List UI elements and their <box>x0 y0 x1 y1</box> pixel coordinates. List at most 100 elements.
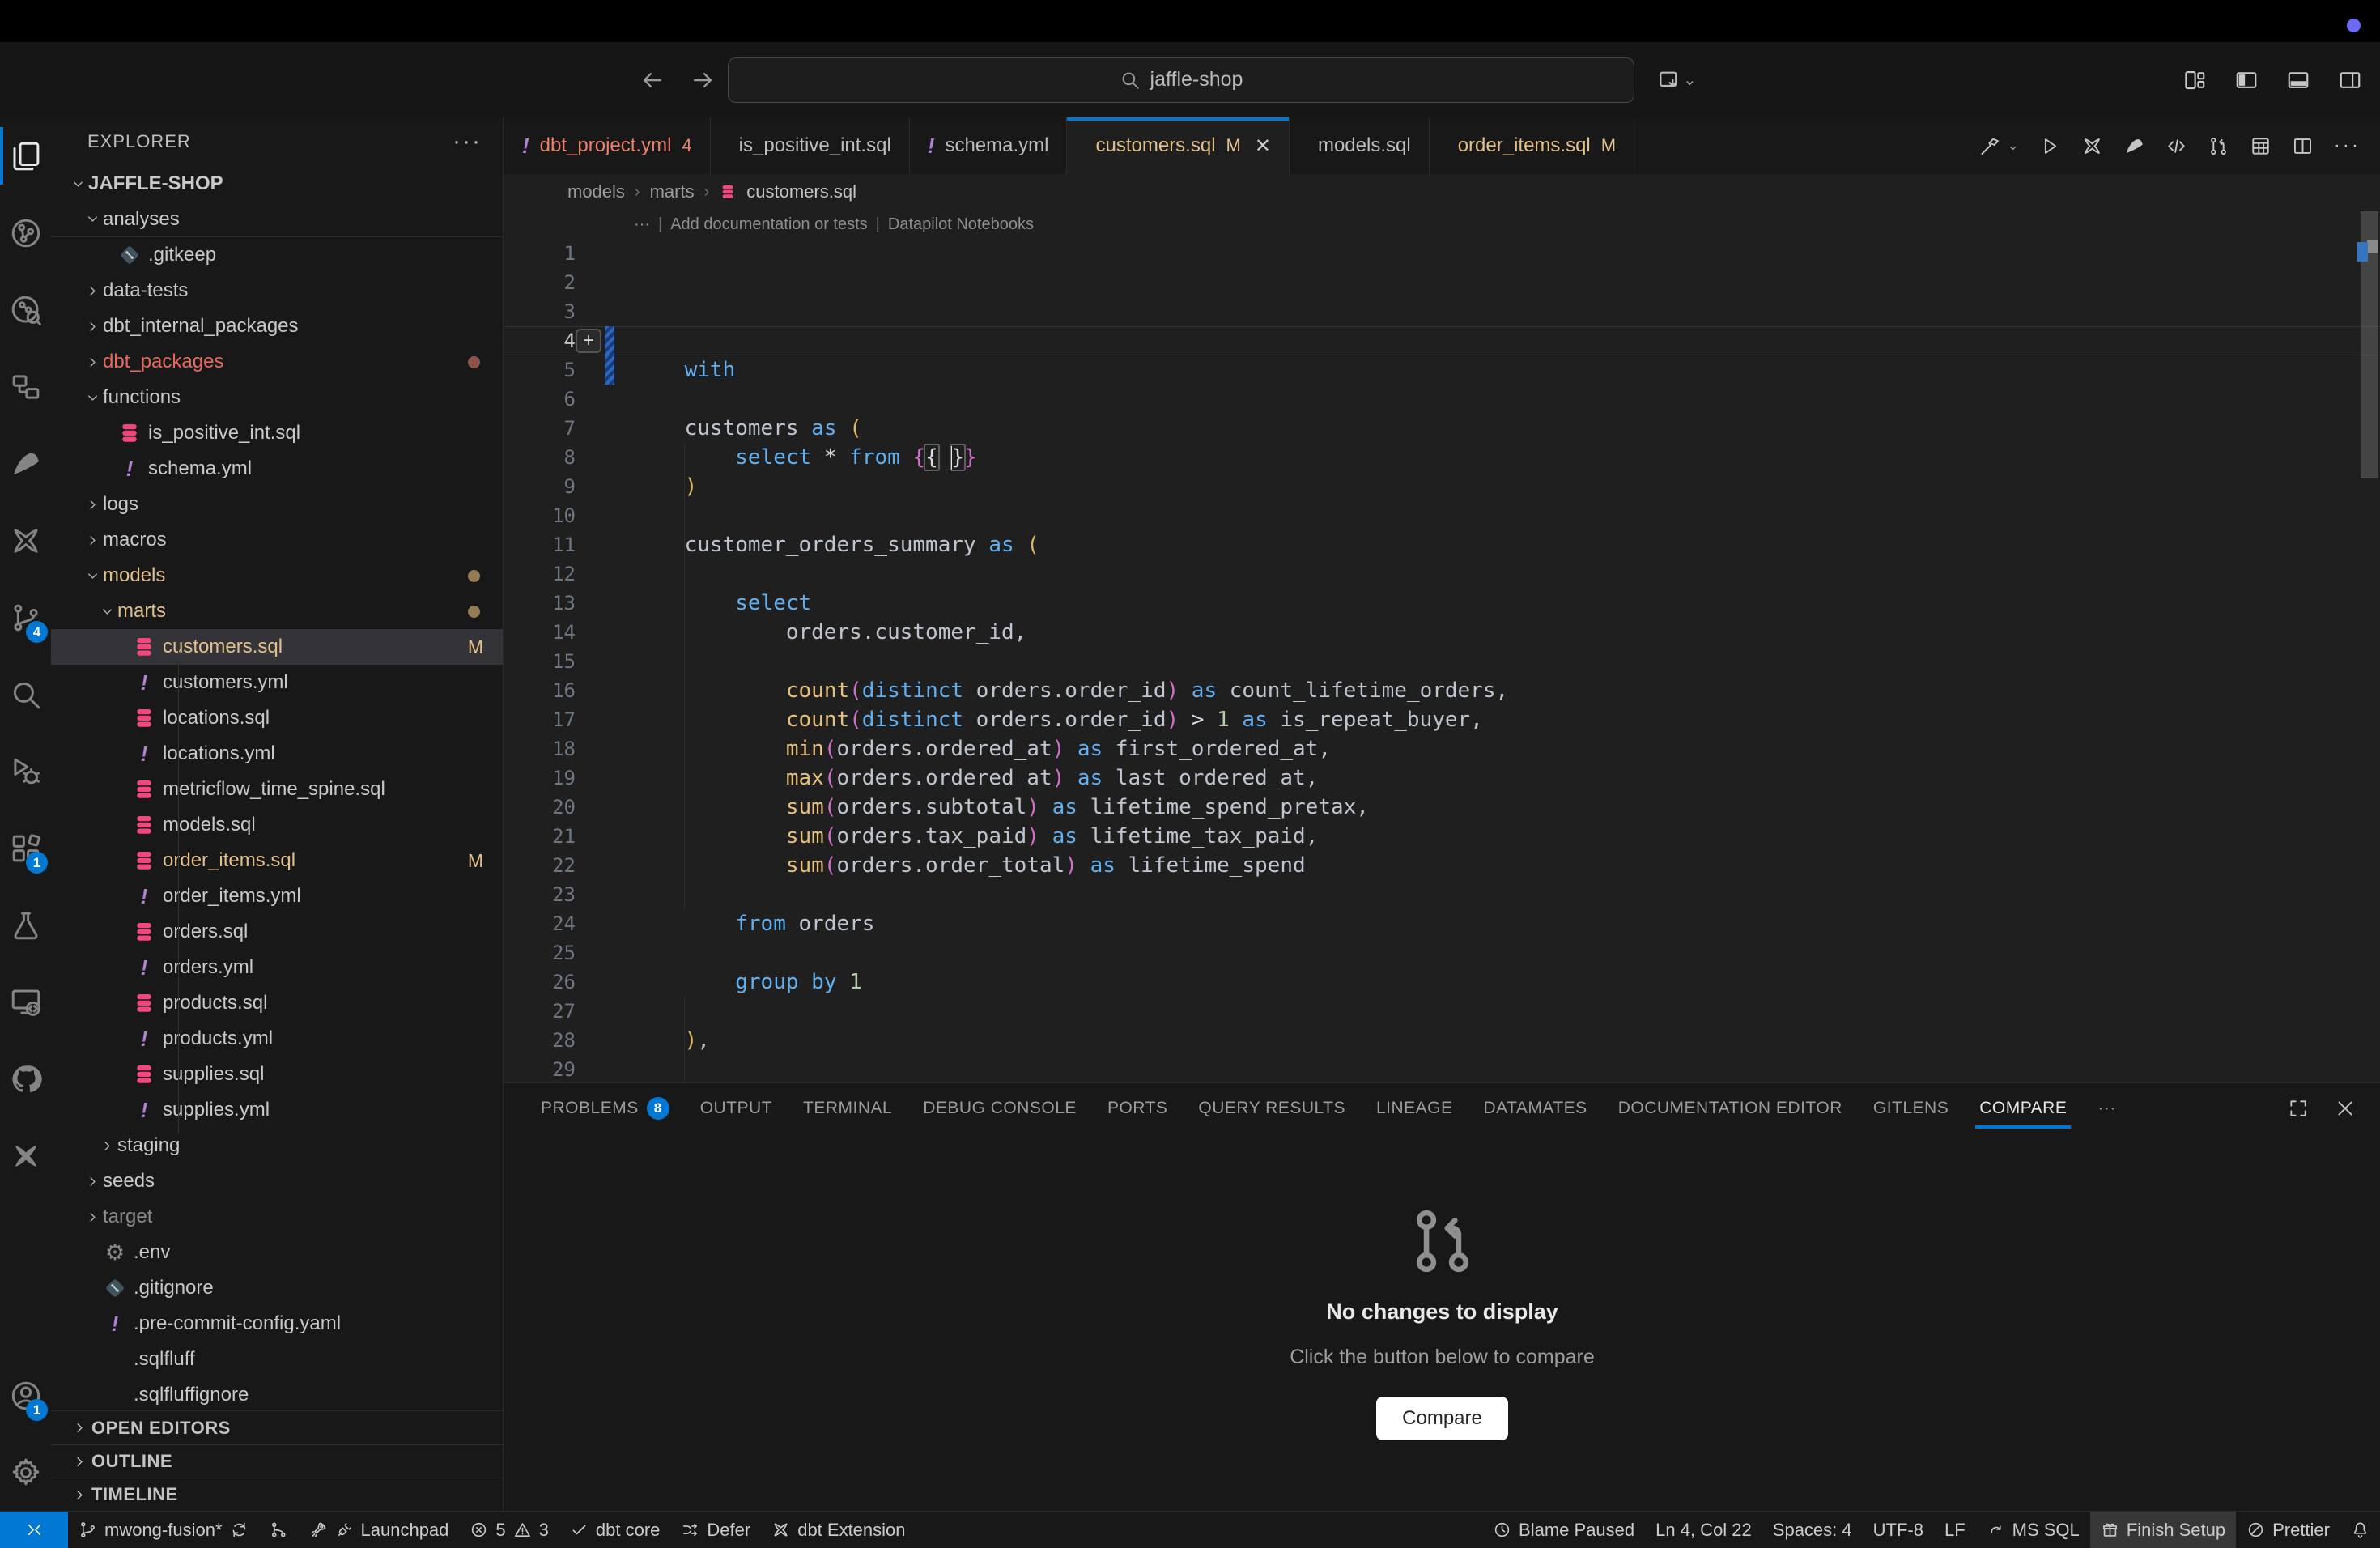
tree-item--env[interactable]: ⚙.env <box>51 1235 503 1270</box>
code-line-28[interactable]: 28 select <box>504 1026 2380 1055</box>
code-line-11[interactable]: 11 <box>504 530 2380 559</box>
code-line-13[interactable]: 13 count(distinct orders.order_id) > 1 a… <box>504 589 2380 618</box>
status-prettier[interactable]: Prettier <box>2236 1512 2340 1548</box>
codelens[interactable]: ···|Add documentation or tests|Datapilot… <box>504 210 2380 239</box>
tree-item-orders-sql[interactable]: orders.sql <box>51 914 503 950</box>
status-dbt-extension[interactable]: dbt Extension <box>761 1512 916 1548</box>
activity-beaker[interactable] <box>0 887 51 963</box>
tree-item-supplies-yml[interactable]: !supplies.yml <box>51 1092 503 1128</box>
hammer-icon[interactable] <box>1979 135 2001 157</box>
section-timeline[interactable]: TIMELINE <box>51 1478 503 1511</box>
code-line-9[interactable]: 9 select <box>504 472 2380 501</box>
line-number[interactable]: 25 <box>504 938 576 968</box>
play-icon[interactable] <box>2039 135 2061 157</box>
code-line-5[interactable]: 5 ) <box>504 355 2380 385</box>
code-editor[interactable]: ···|Add documentation or tests|Datapilot… <box>504 210 2380 1082</box>
tree-item-marts[interactable]: marts <box>51 593 503 629</box>
line-number[interactable]: 27 <box>504 997 576 1026</box>
code-line-21[interactable]: 21 <box>504 822 2380 851</box>
close-icon[interactable]: ✕ <box>1255 134 1271 158</box>
panel-bottom-icon[interactable] <box>2286 68 2310 92</box>
tab-customers-sql[interactable]: customers.sql M ✕ <box>1067 117 1289 174</box>
tree-item-staging[interactable]: staging <box>51 1128 503 1163</box>
split-icon[interactable] <box>2292 135 2314 157</box>
tree-item-seeds[interactable]: seeds <box>51 1163 503 1199</box>
status-blame-paused[interactable]: Blame Paused <box>1482 1512 1645 1548</box>
code-line-8[interactable]: 8 <box>504 443 2380 472</box>
tree-item-models-sql[interactable]: models.sql <box>51 807 503 843</box>
code-line-6[interactable]: 6 <box>504 385 2380 414</box>
tree-item-customers-yml[interactable]: !customers.yml <box>51 665 503 700</box>
activity-source-control[interactable]: 4 <box>0 579 51 656</box>
panel-left-icon[interactable] <box>2234 68 2259 92</box>
tab-schema-yml[interactable]: ! schema.yml <box>910 117 1068 174</box>
command-center-search[interactable]: jaffle-shop <box>728 57 1634 103</box>
code-line-19[interactable]: 19 <box>504 763 2380 793</box>
maximize-icon[interactable] <box>2288 1098 2309 1119</box>
tree-item-orders-yml[interactable]: !orders.yml <box>51 950 503 985</box>
dbt-x-icon[interactable] <box>2081 135 2103 157</box>
tree-item-products-sql[interactable]: products.sql <box>51 985 503 1021</box>
code-line-26[interactable]: 26 joined as ( <box>504 968 2380 997</box>
activity-extensions[interactable]: 1 <box>0 810 51 887</box>
layout-cast-button[interactable]: ⌄ <box>1657 68 1697 92</box>
activity-settings[interactable] <box>0 1434 51 1511</box>
line-number[interactable]: 7 <box>504 414 576 443</box>
table-icon[interactable] <box>2250 135 2272 157</box>
tree-item-dbt-packages[interactable]: dbt_packages <box>51 344 503 380</box>
status-bell[interactable] <box>2340 1512 2380 1548</box>
tree-item-jaffle-shop[interactable]: JAFFLE-SHOP <box>51 166 503 202</box>
code-line-18[interactable]: 18 sum(orders.order_total) as lifetime_s… <box>504 734 2380 763</box>
status-utf-8[interactable]: UTF-8 <box>1863 1512 1934 1548</box>
tree-item-analyses[interactable]: analyses <box>51 202 503 237</box>
tab-dbt-project-yml[interactable]: ! dbt_project.yml 4 <box>504 117 711 174</box>
line-number[interactable]: 4 <box>504 326 576 355</box>
tree-item--sqlfluff[interactable]: .sqlfluff <box>51 1342 503 1377</box>
line-number[interactable]: 2 <box>504 268 576 297</box>
code-line-17[interactable]: 17 sum(orders.tax_paid) as lifetime_tax_… <box>504 705 2380 734</box>
activity-explorer[interactable] <box>0 117 51 194</box>
panel-tab-compare[interactable]: COMPARE <box>1964 1083 2082 1133</box>
tab-is-positive-int-sql[interactable]: is_positive_int.sql <box>711 117 910 174</box>
section-open-editors[interactable]: OPEN EDITORS <box>51 1411 503 1444</box>
code-icon[interactable] <box>2165 135 2187 157</box>
panel-tab-problems[interactable]: PROBLEMS 8 <box>525 1083 685 1133</box>
panel-tab-terminal[interactable]: TERMINAL <box>788 1083 907 1133</box>
status-ln-4-col-22[interactable]: Ln 4, Col 22 <box>1645 1512 1762 1548</box>
activity-github[interactable] <box>0 1040 51 1117</box>
line-number[interactable]: 29 <box>504 1055 576 1082</box>
tree-item--pre-commit-config-yaml[interactable]: !.pre-commit-config.yaml <box>51 1306 503 1342</box>
tree-item-dbt-internal-packages[interactable]: dbt_internal_packages <box>51 308 503 344</box>
code-line-29[interactable]: 29 customers.*, <box>504 1055 2380 1082</box>
code-line-25[interactable]: 25 <box>504 938 2380 968</box>
line-number[interactable]: 17 <box>504 705 576 734</box>
status-launchpad[interactable]: Launchpad <box>299 1512 460 1548</box>
customize-layout-icon[interactable] <box>2182 68 2207 92</box>
line-number[interactable]: 22 <box>504 851 576 880</box>
panel-tab-ports[interactable]: PORTS <box>1092 1083 1183 1133</box>
codelens-link[interactable]: Datapilot Notebooks <box>888 215 1034 233</box>
tree-item-data-tests[interactable]: data-tests <box>51 273 503 308</box>
code-line-10[interactable]: 10 orders.customer_id, <box>504 501 2380 530</box>
code-line-7[interactable]: 7 customer_orders_summary as ( <box>504 414 2380 443</box>
activity-dbt[interactable] <box>0 425 51 502</box>
line-number[interactable]: 26 <box>504 968 576 997</box>
line-number[interactable]: 5 <box>504 355 576 385</box>
tree-item-target[interactable]: target <box>51 1199 503 1235</box>
code-line-16[interactable]: 16 sum(orders.subtotal) as lifetime_spen… <box>504 676 2380 705</box>
status-defer[interactable]: Defer <box>670 1512 761 1548</box>
tree-item-is-positive-int-sql[interactable]: is_positive_int.sql <box>51 415 503 451</box>
tab-models-sql[interactable]: models.sql <box>1290 117 1430 174</box>
breadcrumb-item[interactable]: models <box>567 181 625 202</box>
line-number[interactable]: 14 <box>504 618 576 647</box>
line-number[interactable]: 13 <box>504 589 576 618</box>
panel-tab-datamates[interactable]: DATAMATES <box>1468 1083 1603 1133</box>
pr-icon[interactable] <box>2208 135 2229 157</box>
panel-tab-gitlens[interactable]: GITLENS <box>1858 1083 1964 1133</box>
tree-item--gitkeep[interactable]: .gitkeep <box>51 237 503 273</box>
activity-dbt-x-filled[interactable] <box>0 1117 51 1194</box>
line-number[interactable]: 11 <box>504 530 576 559</box>
activity-account[interactable]: 1 <box>0 1357 51 1434</box>
activity-remote-explorer[interactable] <box>0 963 51 1040</box>
dbt-icon[interactable] <box>2123 135 2145 157</box>
